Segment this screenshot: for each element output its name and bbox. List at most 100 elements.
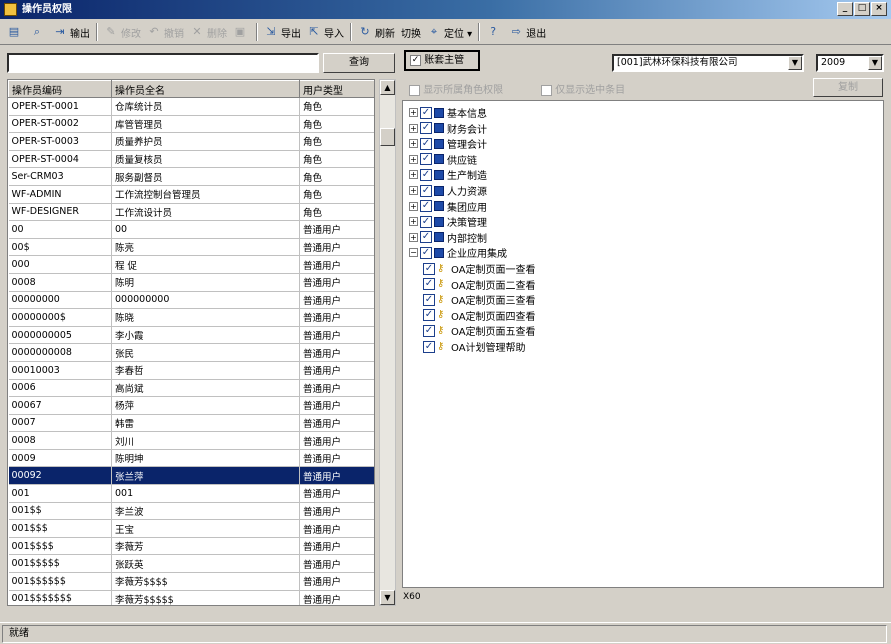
tree-check-icon[interactable]: ✓ bbox=[423, 293, 435, 306]
import-tool[interactable]: ⇱ 导入 bbox=[304, 22, 347, 43]
table-row[interactable]: 0000000005 李小霞 普通用户 bbox=[8, 326, 374, 345]
table-row[interactable]: OPER-ST-0002 库管管理员 角色 bbox=[8, 115, 374, 134]
company-select[interactable]: [001]武林环保科技有限公司 ▼ bbox=[612, 54, 804, 72]
tree-check-icon[interactable]: ✓ bbox=[420, 153, 432, 166]
tree-node[interactable]: + ✓ 集团应用 bbox=[409, 199, 487, 214]
table-row[interactable]: 0009 陈明坤 普通用户 bbox=[8, 449, 374, 468]
table-row[interactable]: 00$ 陈亮 普通用户 bbox=[8, 238, 374, 257]
table-row[interactable]: 0006 高尚斌 普通用户 bbox=[8, 379, 374, 398]
tree-child-node[interactable]: ✓ ⚷ OA定制页面五查看 bbox=[423, 323, 536, 338]
table-row[interactable]: 001$$ 李兰波 普通用户 bbox=[8, 502, 374, 521]
help-tool[interactable]: ? bbox=[483, 22, 506, 43]
tree-check-icon[interactable]: ✓ bbox=[423, 278, 435, 291]
table-row[interactable]: Ser-CRM03 服务副督员 角色 bbox=[8, 167, 374, 186]
tree-check-icon[interactable]: ✓ bbox=[420, 231, 432, 244]
close-button[interactable]: × bbox=[871, 2, 887, 16]
table-row[interactable]: 001$$$$$$$ 李薇芳$$$$$ 普通用户 bbox=[8, 590, 374, 605]
tree-node[interactable]: + ✓ 财务会计 bbox=[409, 121, 487, 136]
tree-node[interactable]: + ✓ 决策管理 bbox=[409, 214, 487, 229]
maximize-button[interactable]: □ bbox=[854, 2, 870, 16]
expand-icon[interactable]: + bbox=[409, 108, 418, 117]
expand-icon[interactable]: + bbox=[409, 201, 418, 211]
table-row[interactable]: 0008 陈明 普通用户 bbox=[8, 273, 374, 292]
tree-check-icon[interactable]: ✓ bbox=[420, 184, 432, 197]
scroll-up-icon[interactable]: ▲ bbox=[380, 80, 395, 95]
undo-tool[interactable]: ↶ 撤销 bbox=[144, 22, 187, 43]
modify-tool[interactable]: ✎ 修改 bbox=[101, 22, 144, 43]
refresh-tool[interactable]: ↻ 刷新 bbox=[355, 22, 398, 43]
table-row[interactable]: OPER-ST-0001 仓库统计员 角色 bbox=[8, 97, 374, 116]
tree-check-icon[interactable]: ✓ bbox=[420, 215, 432, 228]
tree-child-node[interactable]: ✓ ⚷ OA定制页面二查看 bbox=[423, 277, 536, 292]
tree-node[interactable]: − ✓ 企业应用集成 bbox=[409, 245, 507, 260]
print-tool[interactable]: ▤ bbox=[4, 22, 27, 43]
tree-node[interactable]: + ✓ 人力资源 bbox=[409, 183, 487, 198]
export-output-tool[interactable]: ⇥ 输出 bbox=[50, 22, 93, 43]
header-user-type[interactable]: 用户类型 bbox=[299, 80, 374, 98]
table-row[interactable]: 00067 杨萍 普通用户 bbox=[8, 396, 374, 415]
tree-check-icon[interactable]: ✓ bbox=[420, 137, 432, 150]
table-row[interactable]: 001$$$$$ 张跃英 普通用户 bbox=[8, 554, 374, 574]
table-row[interactable]: 0007 韩雷 普通用户 bbox=[8, 414, 374, 433]
tree-check-icon[interactable]: ✓ bbox=[423, 309, 435, 322]
table-row[interactable]: 00000000 000000000 普通用户 bbox=[8, 291, 374, 310]
expand-icon[interactable]: + bbox=[409, 217, 418, 227]
title-bar[interactable]: 操作员权限 _ □ × bbox=[0, 0, 891, 19]
table-row[interactable]: 001$$$ 王宝 普通用户 bbox=[8, 519, 374, 538]
table-row[interactable]: 0008 刘川 普通用户 bbox=[8, 431, 374, 450]
table-row[interactable]: 001$$$$ 李薇芳 普通用户 bbox=[8, 537, 374, 556]
table-row[interactable]: 0000000008 张民 普通用户 bbox=[8, 343, 374, 362]
tree-node[interactable]: + ✓ 管理会计 bbox=[409, 136, 487, 151]
tree-child-node[interactable]: ✓ ⚷ OA定制页面三查看 bbox=[423, 292, 536, 307]
expand-icon[interactable]: + bbox=[409, 154, 418, 164]
header-operator-name[interactable]: 操作员全名 bbox=[111, 80, 300, 98]
tree-child-node[interactable]: ✓ ⚷ OA定制页面一查看 bbox=[423, 261, 536, 276]
year-dropdown-icon[interactable]: ▼ bbox=[868, 56, 882, 70]
tree-node[interactable]: + ✓ 基本信息 bbox=[409, 105, 487, 120]
tree-check-icon[interactable]: ✓ bbox=[423, 324, 435, 337]
table-row[interactable]: 001 001 普通用户 bbox=[8, 484, 374, 503]
delete-tool[interactable]: ✕ 删除 bbox=[187, 22, 230, 43]
table-row[interactable]: OPER-ST-0003 质量养护员 角色 bbox=[8, 132, 374, 151]
tree-check-icon[interactable]: ✓ bbox=[420, 246, 432, 259]
tree-check-icon[interactable]: ✓ bbox=[423, 340, 435, 353]
tree-check-icon[interactable]: ✓ bbox=[420, 200, 432, 213]
table-row[interactable]: 00000000$ 陈晓 普通用户 bbox=[8, 308, 374, 327]
tree-node[interactable]: + ✓ 内部控制 bbox=[409, 230, 487, 245]
scroll-down-icon[interactable]: ▼ bbox=[380, 590, 395, 605]
table-row[interactable]: 00 00 普通用户 bbox=[8, 220, 374, 239]
query-button[interactable]: 查询 bbox=[323, 53, 395, 73]
table-row[interactable]: WF-DESIGNER 工作流设计员 角色 bbox=[8, 203, 374, 222]
tree-check-icon[interactable]: ✓ bbox=[420, 106, 432, 119]
tree-node[interactable]: + ✓ 生产制造 bbox=[409, 167, 487, 182]
search-input[interactable] bbox=[9, 55, 317, 71]
save-tool[interactable]: ▣ bbox=[230, 22, 253, 43]
minimize-button[interactable]: _ bbox=[837, 2, 853, 16]
supervisor-checkbox[interactable]: ✓ 账套主管 bbox=[404, 50, 480, 71]
tree-check-icon[interactable]: ✓ bbox=[423, 262, 435, 275]
table-row[interactable]: 000 程 促普通用户 bbox=[8, 255, 374, 274]
header-operator-code[interactable]: 操作员编码 bbox=[8, 80, 112, 98]
tree-child-node[interactable]: ✓ ⚷ OA定制页面四查看 bbox=[423, 308, 536, 323]
expand-icon[interactable]: − bbox=[409, 248, 418, 258]
company-dropdown-icon[interactable]: ▼ bbox=[788, 56, 802, 70]
expand-icon[interactable]: + bbox=[409, 232, 418, 242]
preview-tool[interactable]: ⌕ bbox=[27, 22, 50, 43]
show-role-perms-option[interactable]: 显示所属角色权限 bbox=[409, 81, 503, 96]
locate-tool[interactable]: ⌖ 定位 ▾ bbox=[424, 22, 475, 43]
table-row[interactable]: 001$$$$$$ 李薇芳$$$$ 普通用户 bbox=[8, 572, 374, 591]
grid-scrollbar[interactable]: ▲ ▼ bbox=[379, 79, 396, 606]
table-row[interactable]: OPER-ST-0004 质量复核员 角色 bbox=[8, 150, 374, 169]
tree-check-icon[interactable]: ✓ bbox=[420, 168, 432, 181]
expand-icon[interactable]: + bbox=[409, 123, 418, 133]
exit-tool[interactable]: ⇨ 退出 bbox=[506, 22, 549, 43]
copy-button[interactable]: 复制 bbox=[813, 78, 883, 97]
tree-check-icon[interactable]: ✓ bbox=[420, 122, 432, 135]
expand-icon[interactable]: + bbox=[409, 139, 418, 149]
only-selected-option[interactable]: 仅显示选中条目 bbox=[541, 81, 625, 96]
tree-node[interactable]: + ✓ 供应链 bbox=[409, 152, 477, 167]
expand-icon[interactable]: + bbox=[409, 186, 418, 195]
tree-child-node[interactable]: ✓ ⚷ OA计划管理帮助 bbox=[423, 339, 526, 354]
switch-tool[interactable]: 切换 bbox=[398, 22, 424, 43]
export-tool[interactable]: ⇲ 导出 bbox=[261, 22, 304, 43]
